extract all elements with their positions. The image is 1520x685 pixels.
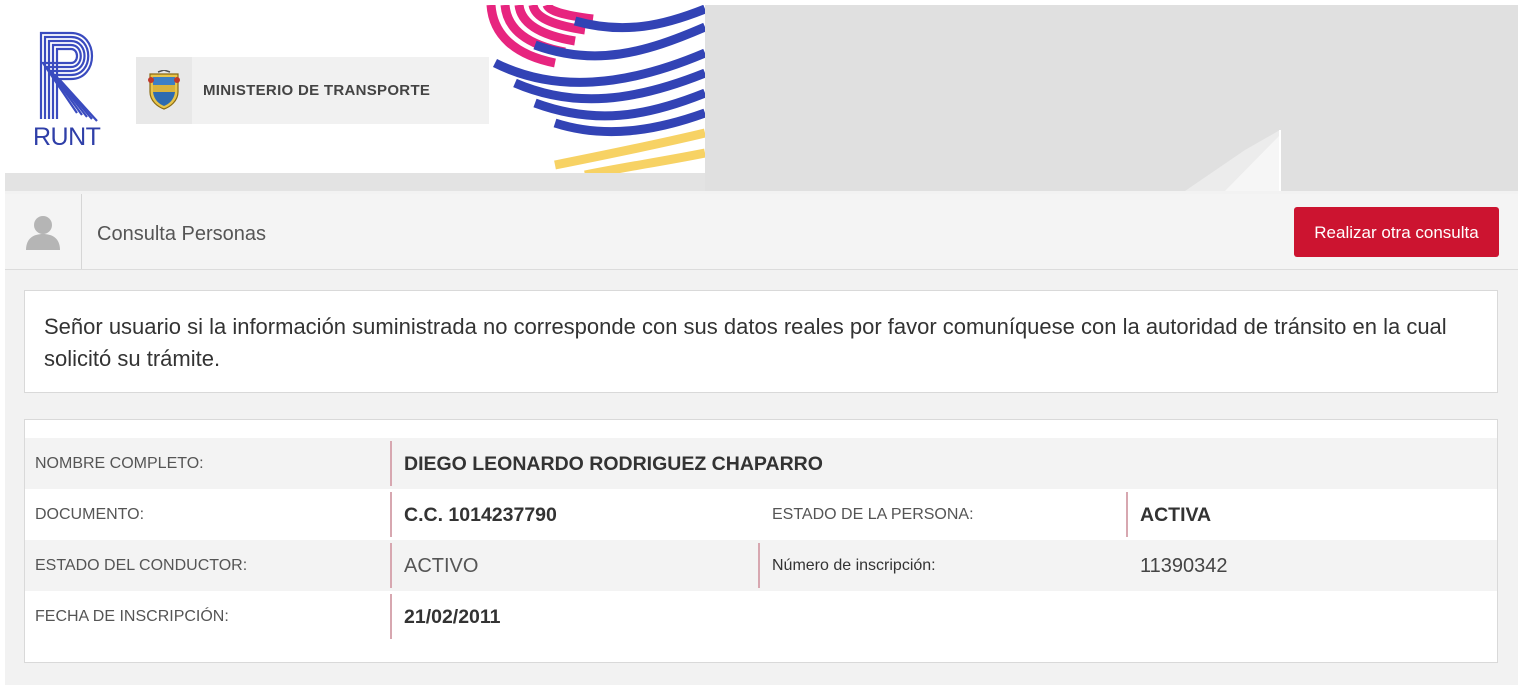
value-documento: C.C. 1014237790 (404, 504, 557, 526)
label-estado-persona: ESTADO DE LA PERSONA: (772, 506, 974, 523)
detail-row: NOMBRE COMPLETO: DIEGO LEONARDO RODRIGUE… (25, 438, 1497, 489)
value-estado-conductor: ACTIVO (404, 555, 479, 577)
detail-row: FECHA DE INSCRIPCIÓN: 21/02/2011 (25, 591, 1497, 642)
label-estado-conductor: ESTADO DEL CONDUCTOR: (35, 557, 248, 574)
new-query-button[interactable]: Realizar otra consulta (1294, 207, 1499, 257)
user-icon (26, 216, 60, 250)
value-estado-persona: ACTIVA (1140, 504, 1212, 526)
page-header: Consulta Personas Realizar otra consulta (5, 194, 1518, 270)
label-nombre: NOMBRE COMPLETO: (35, 455, 204, 472)
notice-text: Señor usuario si la información suminist… (44, 314, 1447, 371)
ministry-logo: MINISTERIO DE TRANSPORTE (136, 57, 489, 124)
value-nombre: DIEGO LEONARDO RODRIGUEZ CHAPARRO (404, 453, 823, 475)
info-notice: Señor usuario si la información suminist… (24, 290, 1498, 393)
label-fecha-inscripcion: FECHA DE INSCRIPCIÓN: (35, 608, 229, 625)
label-numero-inscripcion: Número de inscripción: (772, 557, 936, 574)
banner-logo-area: RUNT MINISTERIO DE TRANSPORTE (5, 5, 705, 173)
label-documento: DOCUMENTO: (35, 506, 145, 523)
page-title: Consulta Personas (97, 223, 266, 245)
decorative-facet (1185, 130, 1281, 191)
value-numero-inscripcion: 11390342 (1140, 555, 1228, 577)
page: RUNT MINISTERIO DE TRANSPORTE Consulta P… (5, 5, 1518, 685)
colombia-shield-icon (148, 70, 180, 110)
value-fecha-inscripcion: 21/02/2011 (404, 606, 501, 628)
detail-row: DOCUMENTO: C.C. 1014237790 ESTADO DE LA … (25, 489, 1497, 540)
ministry-name: MINISTERIO DE TRANSPORTE (203, 82, 431, 99)
runt-logo-text: RUNT (33, 123, 101, 151)
decorative-waves (486, 5, 705, 173)
banner: RUNT MINISTERIO DE TRANSPORTE (5, 5, 1518, 191)
detail-row: ESTADO DEL CONDUCTOR: ACTIVO Número de i… (25, 540, 1497, 591)
person-details: NOMBRE COMPLETO: DIEGO LEONARDO RODRIGUE… (24, 419, 1498, 663)
